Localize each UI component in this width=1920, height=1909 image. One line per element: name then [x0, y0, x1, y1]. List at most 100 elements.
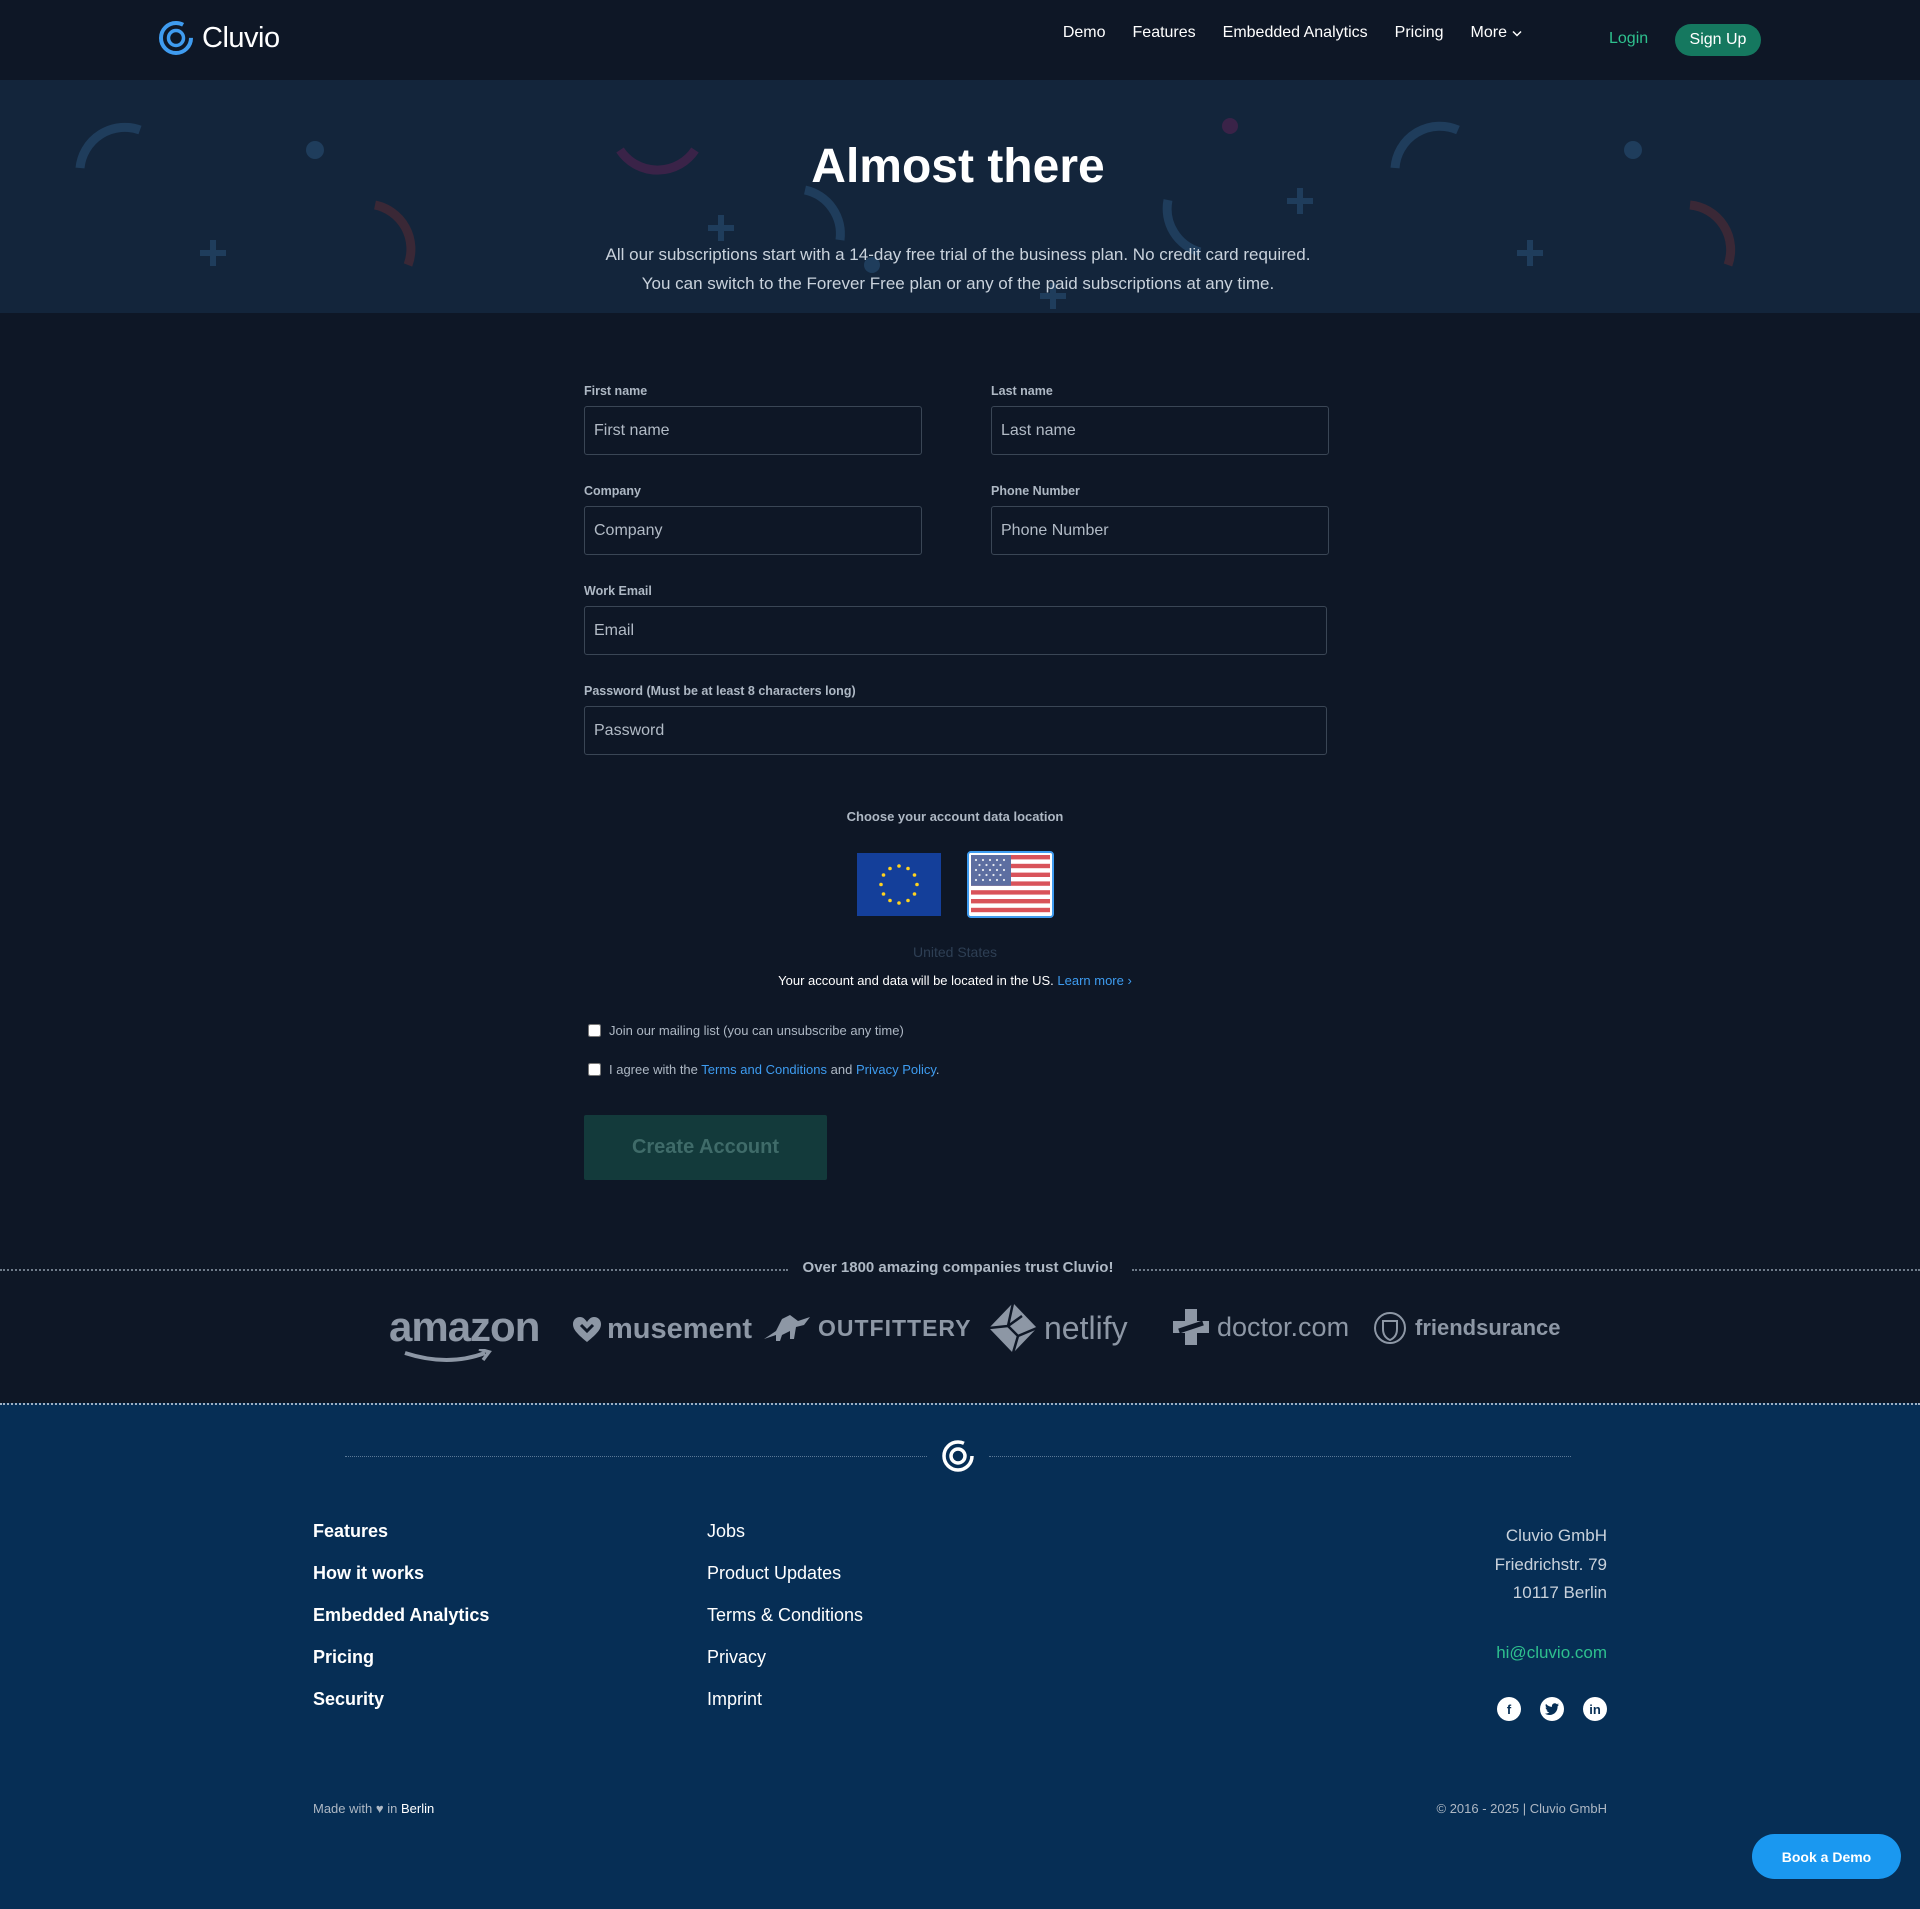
social-links: f in [1497, 1697, 1607, 1721]
copyright: © 2016 - 2025 | Cluvio GmbH [1436, 1801, 1607, 1816]
made-in-berlin: Made with ♥ in Berlin [313, 1801, 434, 1816]
nav-pricing[interactable]: Pricing [1395, 24, 1444, 42]
hero-line-1: All our subscriptions start with a 14-da… [605, 245, 1311, 264]
footer-divider-right [989, 1456, 1571, 1457]
doctor-com-cross-icon [1173, 1309, 1209, 1345]
footer-link-product-updates[interactable]: Product Updates [707, 1563, 863, 1605]
heart-icon: ♥ [375, 1801, 384, 1816]
terms-agreement-option: I agree with the Terms and Conditions an… [588, 1062, 940, 1077]
us-flag-icon [969, 853, 1052, 916]
data-location-title: Choose your account data location [846, 809, 1064, 824]
hero-description: All our subscriptions start with a 14-da… [0, 240, 1916, 298]
agree-prefix: I agree with the [609, 1062, 698, 1077]
footer-link-privacy[interactable]: Privacy [707, 1647, 863, 1689]
friendsurance-logo-text: friendsurance [1415, 1315, 1561, 1340]
us-flag-option[interactable] [967, 851, 1054, 918]
company-address: Cluvio GmbH Friedrichstr. 79 10117 Berli… [1495, 1522, 1607, 1608]
phone-label: Phone Number [991, 484, 1080, 498]
footer-company-links: Jobs Product Updates Terms & Conditions … [707, 1521, 863, 1731]
login-link[interactable]: Login [1609, 30, 1648, 48]
chevron-down-icon [1512, 30, 1522, 37]
address-street: Friedrichstr. 79 [1494, 1554, 1607, 1574]
terms-agreement-text: I agree with the Terms and Conditions an… [609, 1062, 940, 1077]
footer-link-features[interactable]: Features [313, 1521, 489, 1563]
email-input[interactable] [584, 606, 1327, 655]
location-note: Your account and data will be located in… [0, 973, 1910, 988]
made-in: in [387, 1801, 398, 1816]
made-prefix: Made with [313, 1801, 373, 1816]
musement-logo: musement [573, 1313, 752, 1346]
password-label: Password (Must be at least 8 characters … [584, 684, 856, 698]
signup-button[interactable]: Sign Up [1675, 24, 1761, 56]
made-city: Berlin [400, 1801, 435, 1816]
main-nav: Demo Features Embedded Analytics Pricing… [1063, 24, 1522, 42]
netlify-logo-text: netlify [1044, 1309, 1128, 1346]
agree-suffix: . [935, 1062, 940, 1077]
company-input[interactable] [584, 506, 922, 555]
musement-logo-text: musement [607, 1313, 753, 1345]
footer-link-security[interactable]: Security [313, 1689, 489, 1731]
amazon-smile-icon [404, 1349, 492, 1362]
phone-input[interactable] [991, 506, 1329, 555]
doctor-com-logo-text: doctor.com [1217, 1311, 1350, 1342]
learn-more-link[interactable]: Learn more › [1057, 973, 1131, 988]
nav-demo[interactable]: Demo [1063, 24, 1106, 42]
company-label: Company [584, 484, 641, 498]
doctor-com-logo: doctor.com [1171, 1307, 1349, 1347]
outfittery-logo: OUTFITTERY [762, 1313, 972, 1343]
heart-icon [573, 1316, 601, 1342]
location-note-text: Your account and data will be located in… [778, 973, 1054, 988]
first-name-label: First name [584, 384, 648, 398]
password-input[interactable] [584, 706, 1327, 755]
footer-link-terms[interactable]: Terms & Conditions [707, 1605, 863, 1647]
top-navigation-bar: Cluvio Demo Features Embedded Analytics … [0, 0, 1920, 80]
hero-line-2: You can switch to the Forever Free plan … [641, 274, 1275, 293]
cluvio-logo-icon [159, 21, 193, 55]
nav-more-dropdown[interactable]: More [1471, 24, 1522, 42]
twitter-icon[interactable] [1540, 1697, 1564, 1721]
amazon-logo-text: amazon [389, 1303, 540, 1350]
terms-checkbox[interactable] [588, 1063, 601, 1076]
footer-link-embedded-analytics[interactable]: Embedded Analytics [313, 1605, 489, 1647]
nav-embedded-analytics[interactable]: Embedded Analytics [1223, 24, 1368, 42]
footer-link-jobs[interactable]: Jobs [707, 1521, 863, 1563]
facebook-icon[interactable]: f [1497, 1697, 1521, 1721]
linkedin-icon[interactable]: in [1583, 1697, 1607, 1721]
book-demo-button[interactable]: Book a Demo [1752, 1834, 1901, 1879]
footer-link-imprint[interactable]: Imprint [707, 1689, 863, 1731]
address-city: 10117 Berlin [1512, 1583, 1607, 1602]
address-company: Cluvio GmbH [1505, 1526, 1607, 1545]
eu-flag-option[interactable] [857, 853, 941, 916]
footer-product-links: Features How it works Embedded Analytics… [313, 1521, 489, 1731]
footer-divider-left [345, 1456, 927, 1457]
first-name-input[interactable] [584, 406, 922, 455]
contact-email-link[interactable]: hi@cluvio.com [1496, 1643, 1607, 1663]
work-email-label: Work Email [584, 584, 652, 598]
mailing-list-option: Join our mailing list (you can unsubscri… [588, 1023, 904, 1038]
site-footer: Features How it works Embedded Analytics… [0, 1403, 1920, 1909]
page-title: Almost there [811, 140, 1105, 193]
twitter-bird-icon [1545, 1703, 1559, 1715]
amazon-logo: amazon [389, 1303, 540, 1362]
nav-more-label: More [1470, 24, 1507, 41]
terms-link[interactable]: Terms and Conditions [701, 1062, 827, 1077]
netlify-logo: netlify [988, 1302, 1128, 1354]
friendsurance-logo: friendsurance [1371, 1311, 1561, 1345]
privacy-policy-link[interactable]: Privacy Policy [856, 1062, 936, 1077]
mailing-list-label: Join our mailing list (you can unsubscri… [609, 1023, 904, 1038]
footer-link-pricing[interactable]: Pricing [313, 1647, 489, 1689]
lion-icon [764, 1315, 810, 1341]
last-name-input[interactable] [991, 406, 1329, 455]
outfittery-logo-text: OUTFITTERY [818, 1314, 972, 1341]
mailing-list-checkbox[interactable] [588, 1024, 601, 1037]
friendsurance-shield-icon [1374, 1312, 1406, 1344]
selected-location-name: United States [912, 944, 998, 960]
last-name-label: Last name [991, 384, 1053, 398]
hero-banner: Almost there All our subscriptions start… [0, 80, 1920, 313]
nav-features[interactable]: Features [1133, 24, 1196, 42]
brand-name: Cluvio [202, 21, 280, 54]
brand-logo[interactable]: Cluvio [158, 20, 280, 56]
create-account-button[interactable]: Create Account [584, 1115, 827, 1180]
cluvio-footer-logo-icon[interactable] [941, 1439, 975, 1473]
footer-link-how-it-works[interactable]: How it works [313, 1563, 489, 1605]
